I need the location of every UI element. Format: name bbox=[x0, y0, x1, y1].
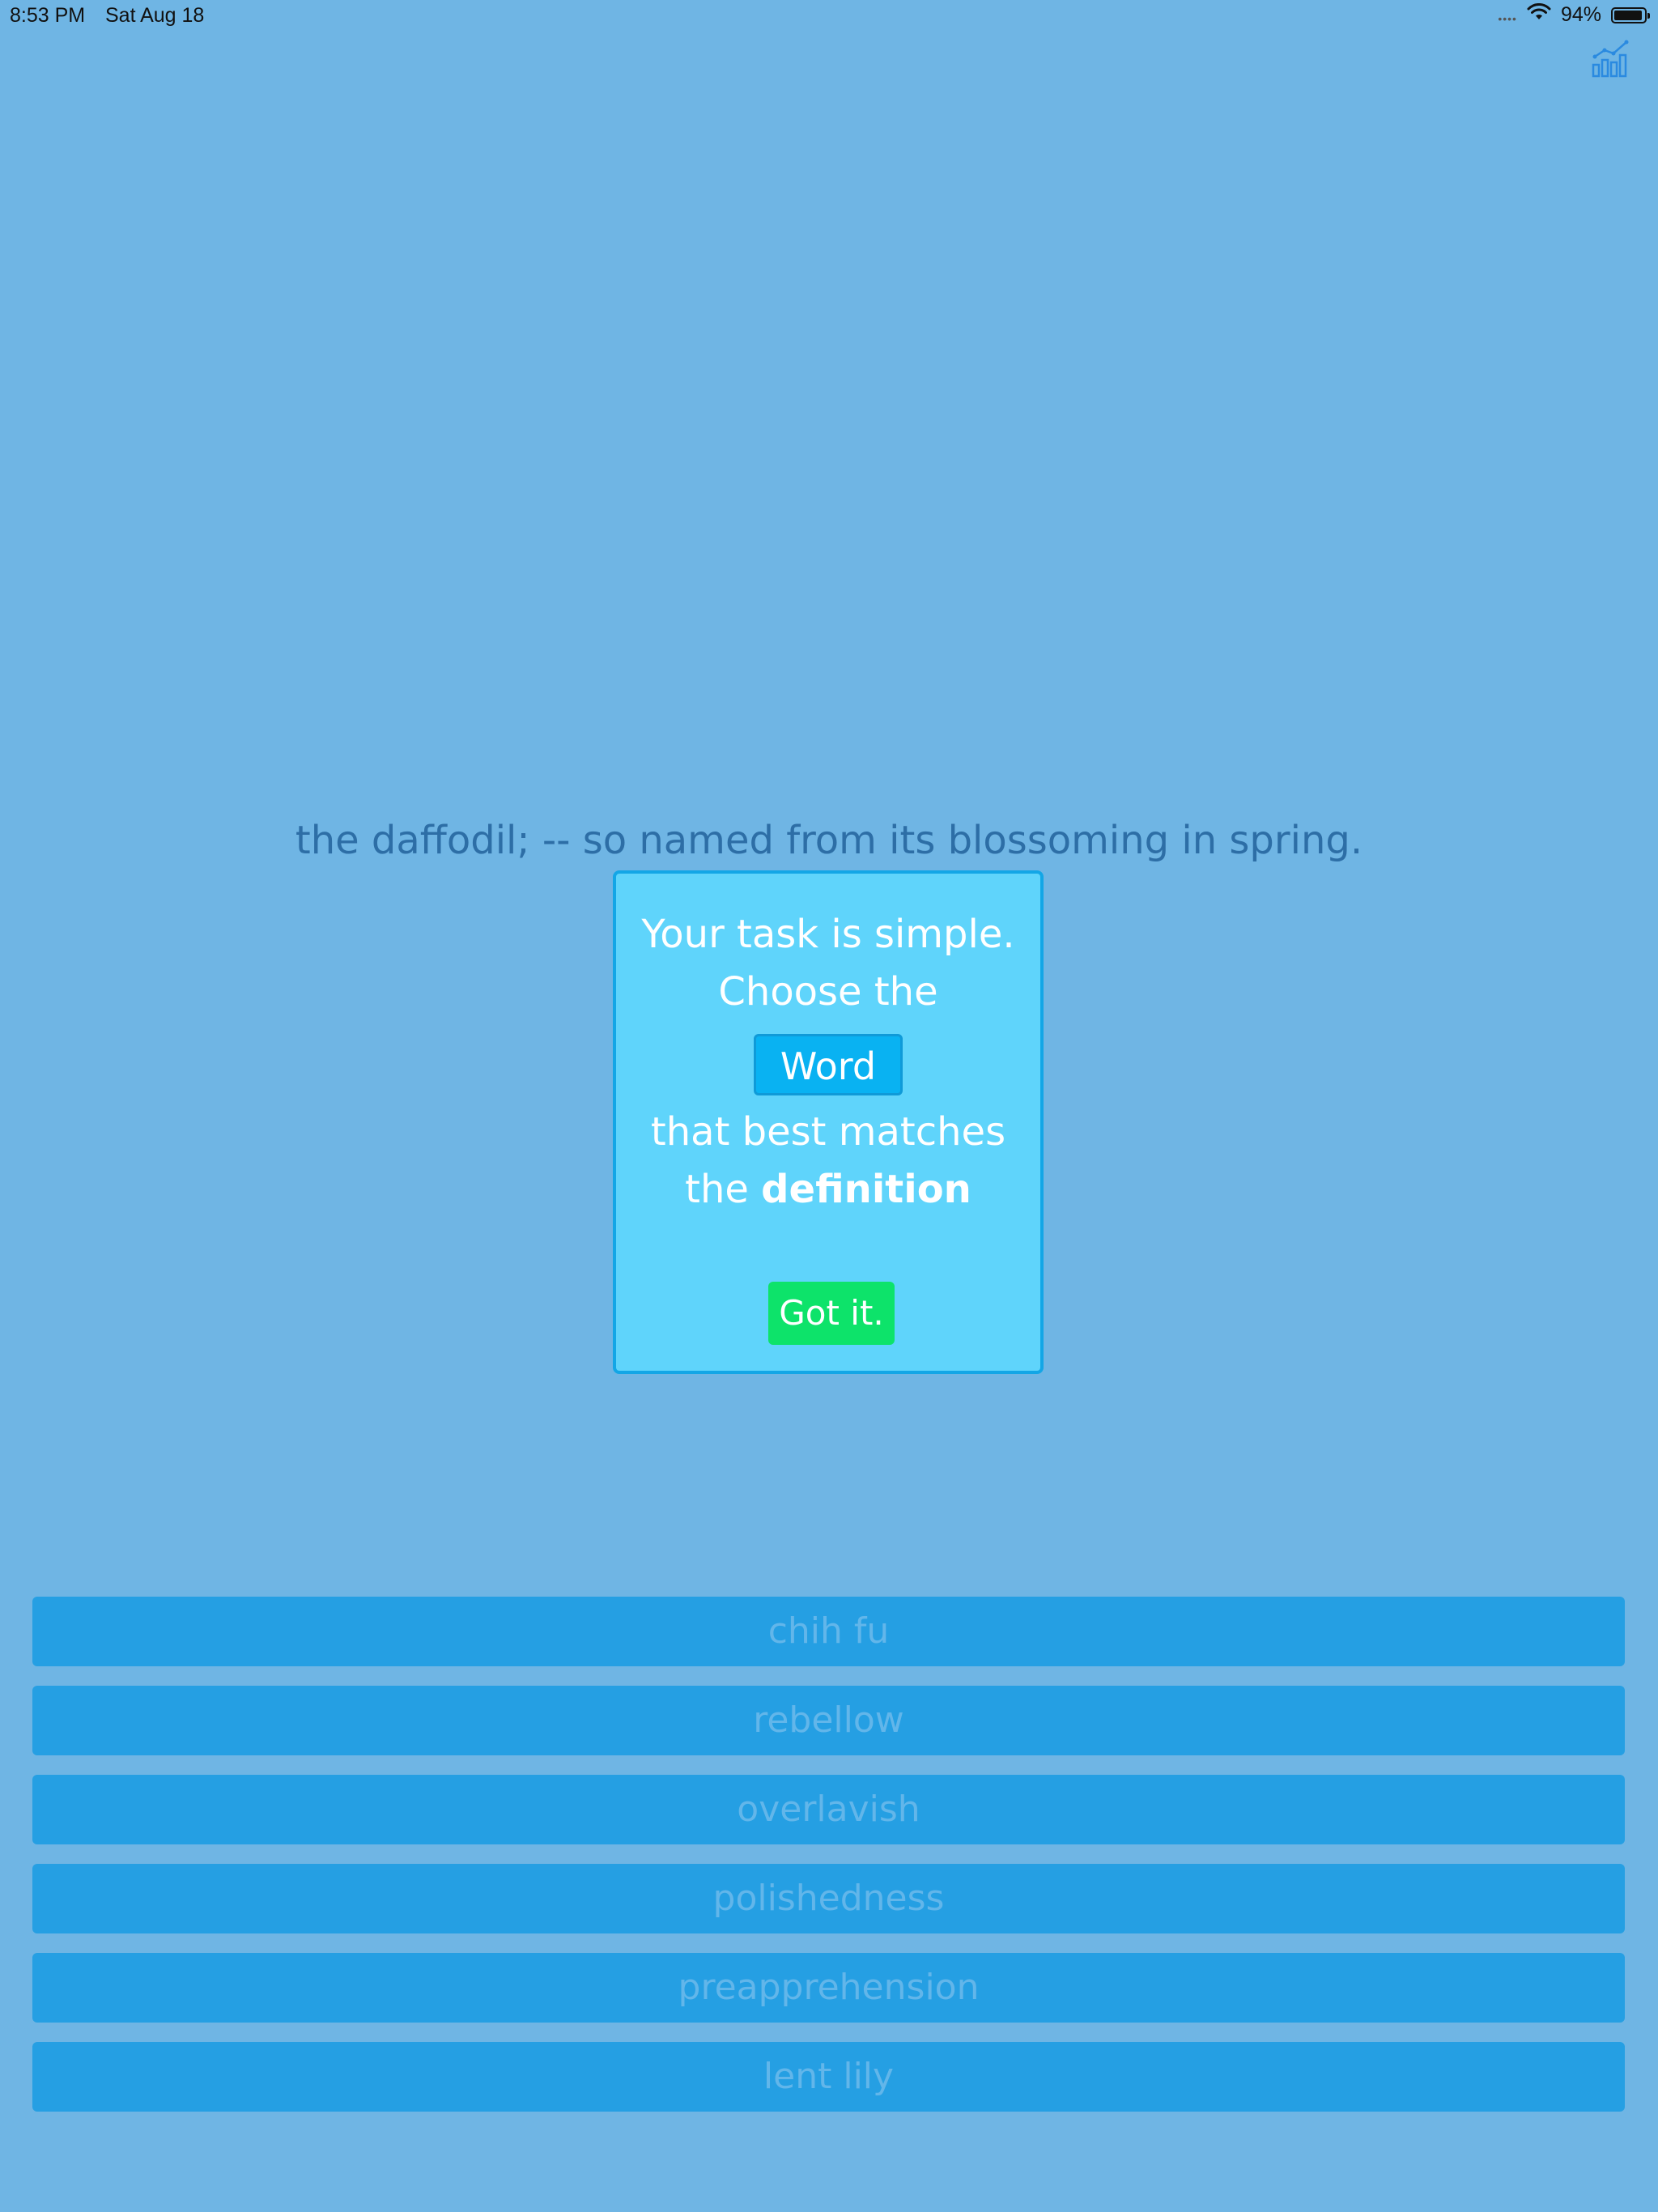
answer-option[interactable]: chih fu bbox=[32, 1597, 1625, 1666]
app-screen: 8:53 PM Sat Aug 18 •••• 94% the daffodil… bbox=[0, 0, 1658, 2212]
modal-line-3: that best matches bbox=[650, 1109, 1006, 1155]
battery-level bbox=[1614, 10, 1642, 20]
word-chip: Word bbox=[753, 1034, 903, 1095]
cellular-signal-icon: •••• bbox=[1498, 11, 1517, 25]
answer-option[interactable]: preapprehension bbox=[32, 1953, 1625, 2023]
wifi-icon bbox=[1527, 3, 1551, 27]
status-time: 8:53 PM bbox=[10, 4, 86, 27]
answer-option[interactable]: polishedness bbox=[32, 1864, 1625, 1933]
stats-button[interactable] bbox=[1588, 36, 1634, 81]
definition-text: the daffodil; -- so named from its bloss… bbox=[295, 818, 1363, 863]
modal-line-4: the definition bbox=[616, 1161, 1040, 1219]
answer-option[interactable]: rebellow bbox=[32, 1686, 1625, 1755]
battery-icon bbox=[1611, 6, 1650, 23]
answer-option[interactable]: lent lily bbox=[32, 2042, 1625, 2112]
instruction-modal: Your task is simple. Choose the Word tha… bbox=[613, 870, 1044, 1374]
status-indicators: •••• 94% bbox=[1498, 3, 1650, 27]
definition-emphasis: definition bbox=[761, 1167, 971, 1212]
modal-line-4-prefix: the bbox=[685, 1167, 762, 1212]
got-it-button[interactable]: Got it. bbox=[768, 1282, 895, 1345]
answer-option[interactable]: overlavish bbox=[32, 1775, 1625, 1844]
modal-line-1: Your task is simple. bbox=[641, 912, 1015, 957]
status-date: Sat Aug 18 bbox=[105, 4, 205, 27]
battery-percent: 94% bbox=[1560, 3, 1601, 26]
modal-line-2: Choose the bbox=[718, 969, 938, 1015]
status-bar: 8:53 PM Sat Aug 18 •••• 94% bbox=[0, 0, 1658, 32]
answer-list: chih fu rebellow overlavish polishedness… bbox=[32, 1597, 1625, 2131]
bar-line-chart-icon bbox=[1592, 40, 1629, 78]
